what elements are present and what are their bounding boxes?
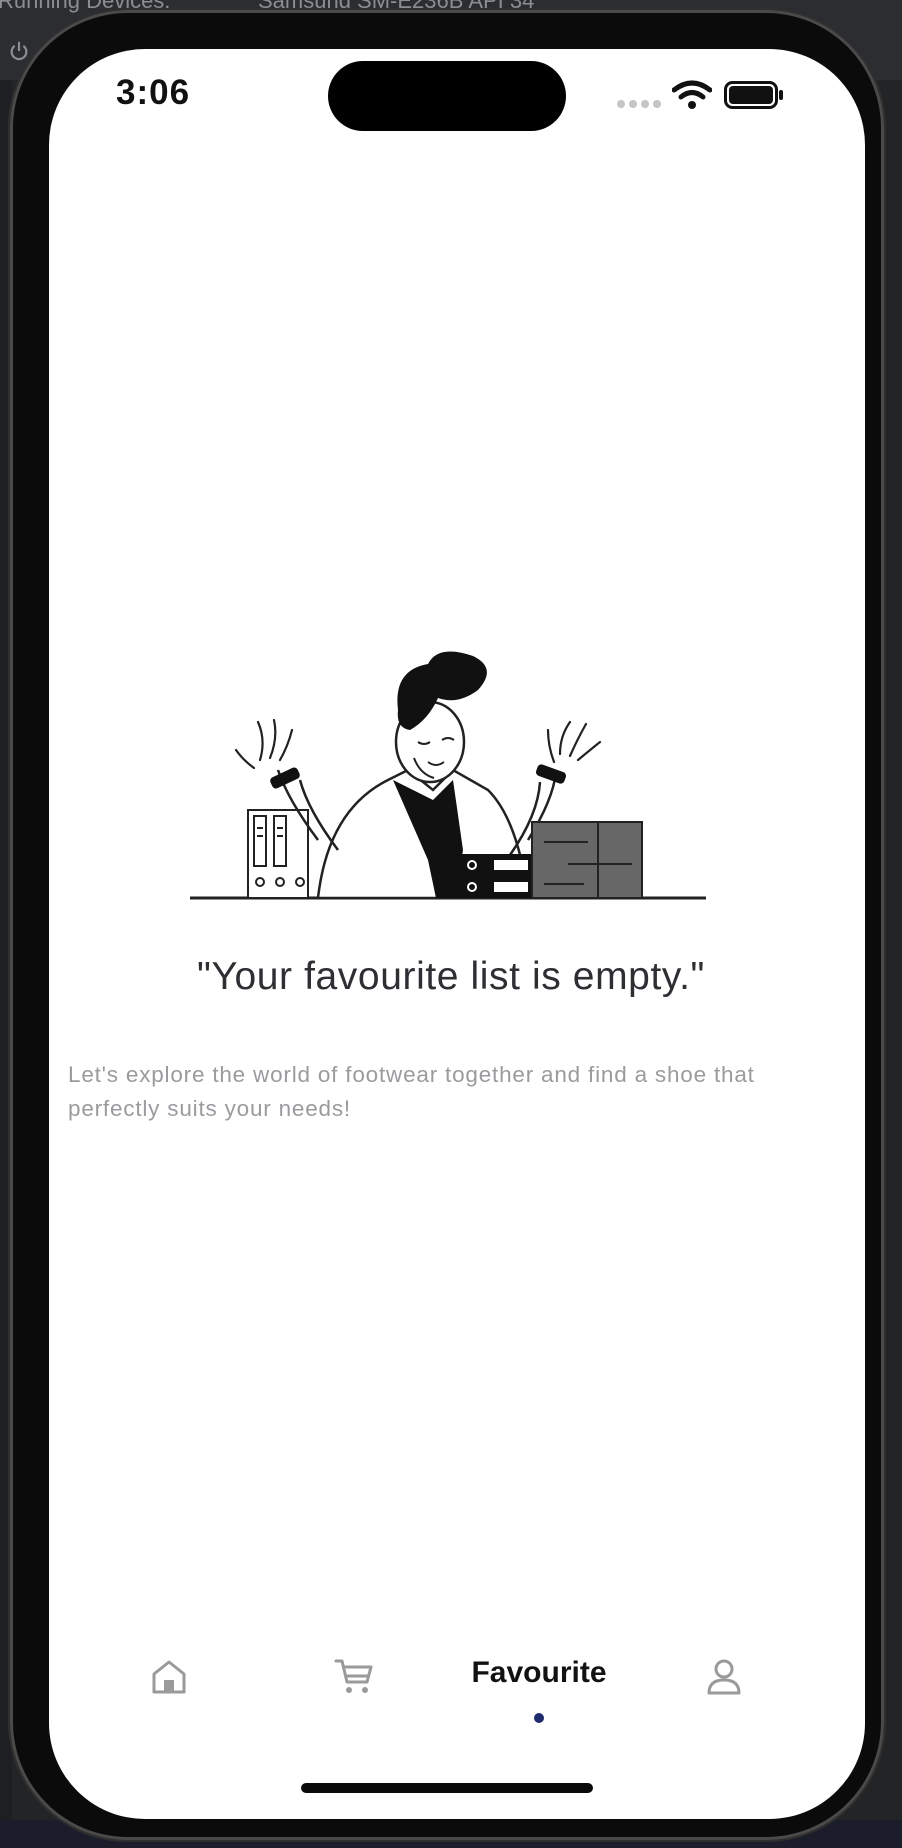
cellular-signal-icon: [617, 100, 661, 108]
home-indicator[interactable]: [301, 1783, 593, 1793]
active-tab-indicator: [534, 1713, 544, 1723]
phone-frame: [10, 10, 884, 1840]
battery-icon: [724, 81, 783, 109]
status-time: 3:06: [116, 73, 191, 112]
dynamic-island: [328, 61, 566, 131]
nav-tab-favourite[interactable]: Favourite: [440, 1656, 638, 1690]
empty-state-description: Let's explore the world of footwear toge…: [68, 1062, 755, 1121]
empty-favourites-illustration: [190, 651, 706, 900]
wifi-icon: [672, 80, 712, 109]
power-icon[interactable]: [8, 40, 30, 62]
empty-state-title: "Your favourite list is empty.": [197, 955, 705, 998]
profile-icon[interactable]: [706, 1658, 742, 1696]
home-icon[interactable]: [150, 1658, 188, 1696]
phone-screen: [49, 49, 865, 1819]
cart-icon[interactable]: [334, 1656, 374, 1696]
